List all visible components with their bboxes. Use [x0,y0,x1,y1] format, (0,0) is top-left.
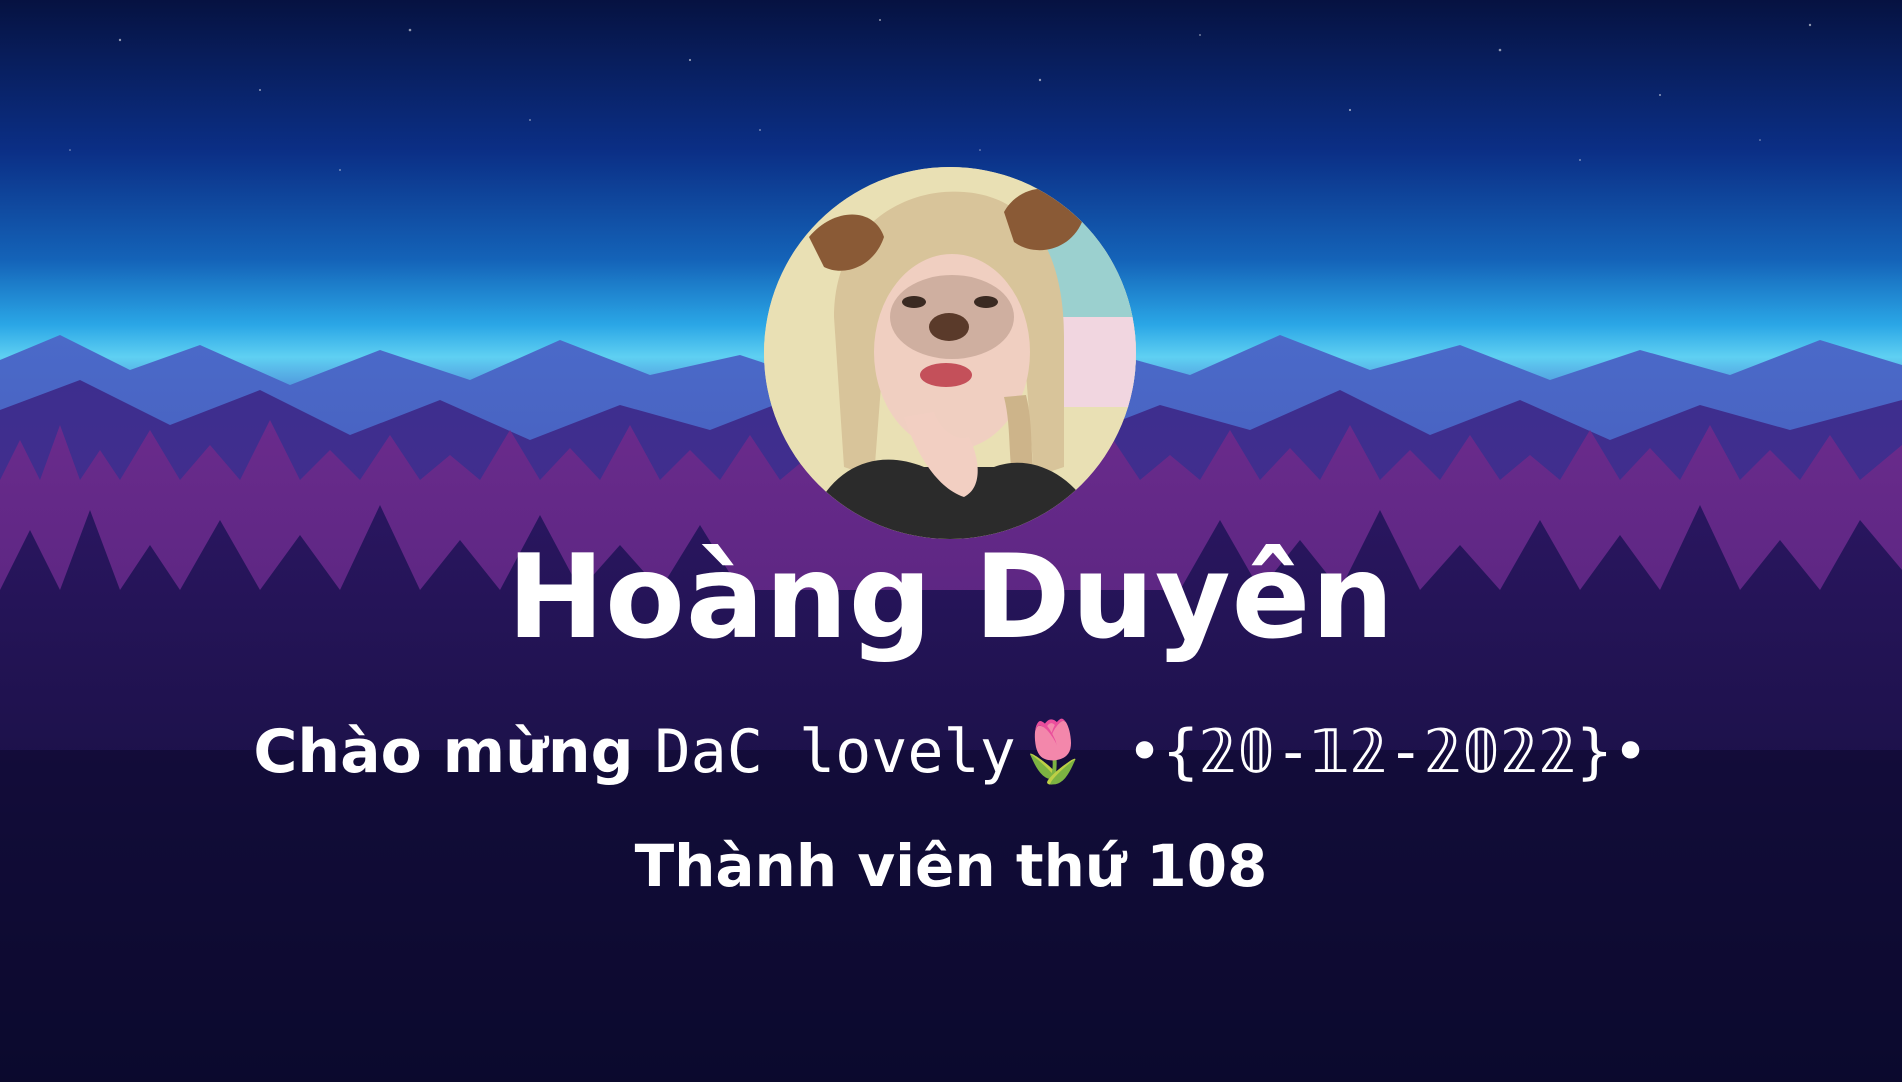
user-avatar-photo-icon [764,167,1136,539]
member-name: Hoàng Duyên [507,530,1395,665]
member-number: Thành viên thứ 108 [634,832,1268,900]
welcome-prefix: Chào mừng [253,717,655,787]
welcome-line: Chào mừng DaC lovely🌷 •{𝟚𝟘-𝟙𝟚-𝟚𝟘𝟚𝟚}• [0,712,1902,792]
welcome-date: •{𝟚𝟘-𝟙𝟚-𝟚𝟘𝟚𝟚}• [1090,717,1649,787]
welcome-banner: Hoàng Duyên Chào mừng DaC lovely🌷 •{𝟚𝟘-𝟙… [0,0,1902,1082]
welcome-nickname: DaC lovely🌷 [654,717,1091,787]
